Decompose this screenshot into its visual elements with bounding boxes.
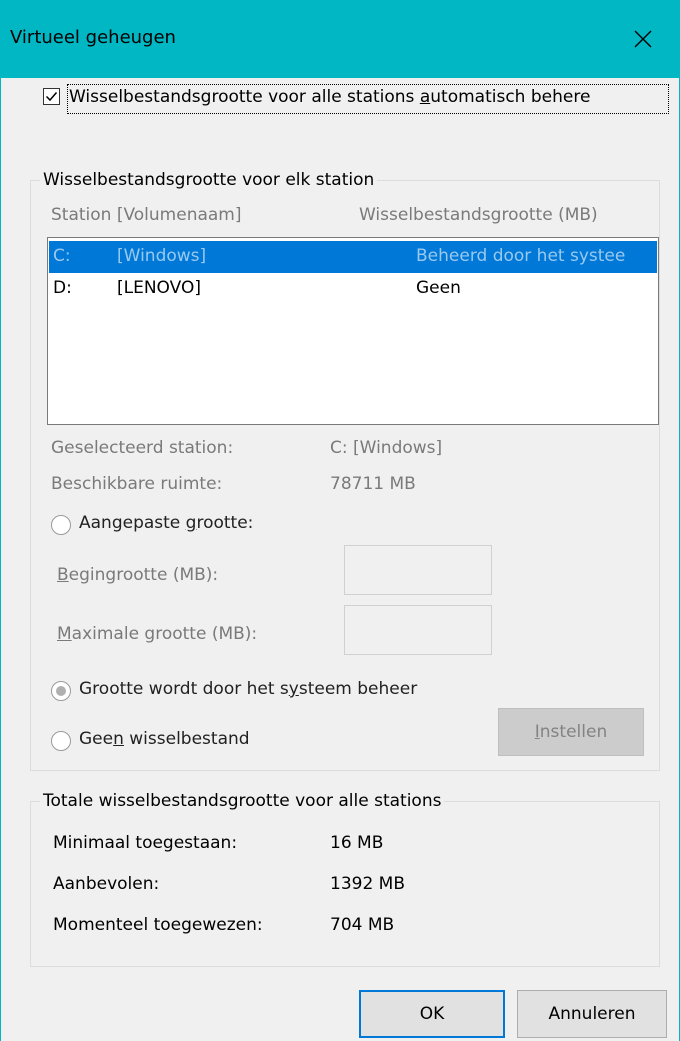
close-button[interactable]: [605, 12, 680, 66]
minimum-allowed-value: 16 MB: [330, 833, 384, 853]
currently-allocated-label: Momenteel toegewezen:: [53, 915, 263, 935]
currently-allocated-value: 704 MB: [330, 915, 395, 935]
ok-button[interactable]: OK: [359, 990, 505, 1038]
available-space-label: Beschikbare ruimte:: [51, 474, 223, 494]
auto-manage-checkbox[interactable]: [43, 88, 60, 105]
recommended-value: 1392 MB: [330, 874, 405, 894]
drive-row-c[interactable]: C: [Windows] Beheerd door het systee: [49, 241, 657, 273]
minimum-allowed-label: Minimaal toegestaan:: [53, 833, 238, 853]
available-space-value: 78711 MB: [330, 474, 416, 494]
selected-drive-label: Geselecteerd station:: [51, 438, 234, 458]
virtual-memory-dialog: Virtueel geheugen Wisselbestandsgrootte …: [0, 0, 680, 1041]
checkmark-icon: [45, 92, 58, 102]
cancel-button[interactable]: Annuleren: [517, 990, 667, 1038]
drive-size: Beheerd door het systee: [416, 246, 626, 266]
no-paging-file-label[interactable]: Geen wisselbestand: [79, 729, 250, 749]
drive-letter: C:: [53, 246, 71, 266]
column-header-drive: Station [Volumenaam]: [51, 205, 242, 225]
column-header-size: Wisselbestandsgrootte (MB): [359, 205, 598, 225]
maximum-size-input[interactable]: [344, 605, 492, 655]
initial-size-input[interactable]: [344, 545, 492, 595]
selected-drive-value: C: [Windows]: [330, 438, 443, 458]
window-title: Virtueel geheugen: [10, 27, 176, 48]
close-icon: [634, 30, 652, 48]
no-paging-file-radio[interactable]: [51, 731, 71, 751]
maximum-size-label: Maximale grootte (MB):: [57, 624, 258, 644]
drive-volume: [Windows]: [117, 246, 207, 266]
totals-legend: Totale wisselbestandsgrootte voor alle s…: [40, 791, 445, 811]
per-drive-legend: Wisselbestandsgrootte voor elk station: [40, 170, 378, 190]
set-button[interactable]: Instellen: [498, 708, 644, 756]
system-managed-label[interactable]: Grootte wordt door het systeem beheer: [79, 679, 417, 699]
drive-size: Geen: [416, 278, 461, 298]
initial-size-label: Begingrootte (MB):: [57, 565, 219, 585]
custom-size-label[interactable]: Aangepaste grootte:: [79, 513, 253, 533]
custom-size-radio[interactable]: [51, 515, 71, 535]
title-bar[interactable]: Virtueel geheugen: [1, 0, 680, 78]
drive-row-d[interactable]: D: [LENOVO] Geen: [49, 273, 657, 305]
drive-letter: D:: [53, 278, 72, 298]
recommended-label: Aanbevolen:: [53, 874, 160, 894]
system-managed-radio[interactable]: [51, 681, 71, 701]
drive-listbox[interactable]: C: [Windows] Beheerd door het systee D: …: [47, 237, 659, 425]
drive-volume: [LENOVO]: [117, 278, 201, 298]
auto-manage-label[interactable]: Wisselbestandsgrootte voor alle stations…: [69, 87, 590, 107]
